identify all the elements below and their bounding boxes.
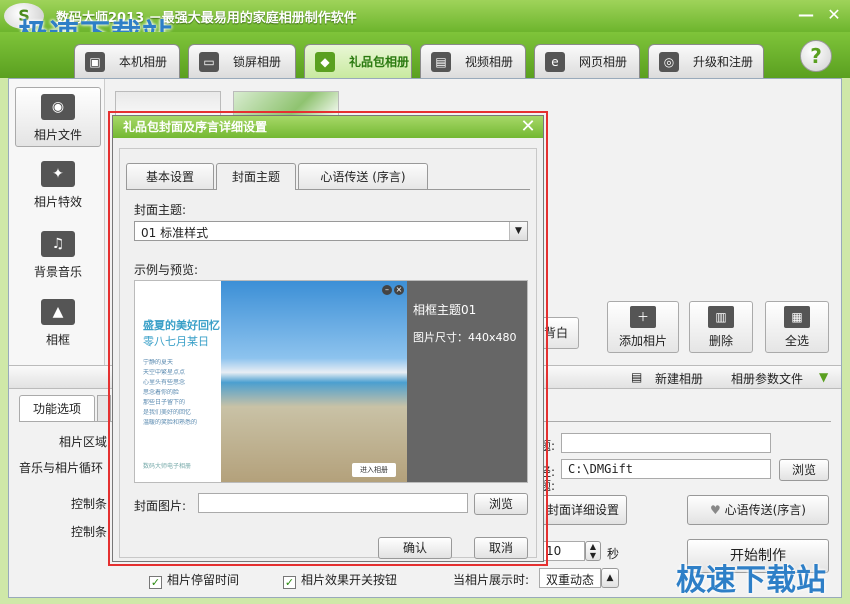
theme-label: 封面主题: (134, 203, 187, 217)
theme-preview: 盛夏的美好回忆 零八七月某日 宁静的夏天 天空中繁星点点 心里头有些思念 思念着… (134, 280, 528, 483)
photo-area-label: 相片区域 (59, 435, 108, 449)
cover-image-label: 封面图片: (134, 499, 187, 513)
minimize-button[interactable]: — (796, 5, 816, 25)
stay-time-checkbox[interactable]: ✓ 相片停留时间 (149, 571, 239, 589)
add-photo-button[interactable]: ＋ 添加相片 (607, 301, 679, 353)
sidebar-item-photo-files[interactable]: ◉ 相片文件 (15, 87, 101, 147)
cover-image-input[interactable] (198, 493, 468, 513)
title-input[interactable] (561, 433, 771, 453)
close-button[interactable]: ✕ (824, 5, 844, 25)
preview-subheading: 零八七月某日 (143, 335, 209, 348)
triangle-down-icon[interactable]: ▼ (819, 370, 828, 384)
effects-icon: ✦ (41, 161, 75, 187)
photo-icon: ▣ (85, 51, 105, 72)
select-all-button[interactable]: ▦ 全选 (765, 301, 829, 353)
chevron-down-icon: ▼ (509, 222, 527, 240)
watermark-bottom: 极速下载站 (676, 563, 826, 598)
tab-basic-settings[interactable]: 基本设置 (126, 163, 214, 189)
tab-message[interactable]: 心语传送 (序言) (298, 163, 428, 189)
display-mode-field[interactable]: 双重动态 (539, 568, 601, 588)
tab-local-album[interactable]: ▣ 本机相册 (74, 44, 180, 78)
preview-footer: 数码大师电子相册 (143, 463, 192, 470)
tab-gift-album[interactable]: ◆ 礼品包相册 (304, 44, 412, 78)
sidebar-item-background-music[interactable]: ♫ 背景音乐 (15, 225, 101, 285)
spin-up-button[interactable]: ▲ (601, 568, 619, 588)
top-tab-bar: ▣ 本机相册 ▭ 锁屏相册 ◆ 礼品包相册 ▤ 视频相册 e 网页相册 ◎ 升级和注册 ? (0, 32, 850, 78)
control-bar-label: 控制条 (71, 497, 108, 511)
monitor-icon: ▭ (199, 51, 219, 72)
tab-web-album[interactable]: e 网页相册 (534, 44, 640, 78)
preview-beach-image (221, 281, 407, 482)
message-button[interactable]: ♥ 心语传送(序言) (687, 495, 829, 525)
sidebar-item-photo-effects[interactable]: ✦ 相片特效 (15, 155, 101, 215)
film-icon: ▤ (431, 51, 451, 72)
tab-function-options[interactable]: 功能选项 (19, 395, 95, 421)
preview-lines: 宁静的夏天 天空中繁星点点 心里头有些思念 思念着你的脸 那些日子留下的 是我们… (143, 359, 198, 426)
new-album-icon: ▤ (631, 370, 643, 384)
seconds-unit: 秒 (607, 547, 620, 561)
cover-settings-dialog: 礼品包封面及序言详细设置 ✕ 基本设置 封面主题 心语传送 (序言) 封面主题:… (112, 115, 544, 562)
ie-icon: e (545, 51, 565, 72)
output-path-field[interactable]: C:\DMGift (561, 459, 771, 479)
tab-upgrade-register[interactable]: ◎ 升级和注册 (648, 44, 764, 78)
preview-minimize-icon: – (382, 285, 392, 295)
tab-divider (126, 189, 530, 190)
music-icon: ♫ (41, 231, 75, 257)
control-bar-label-2: 控制条 (71, 525, 108, 539)
preview-info-panel: 相框主题01 图片尺寸：440x480 (407, 281, 527, 482)
check-icon: ✓ (283, 576, 296, 589)
preview-heading: 盛夏的美好回忆 (143, 319, 220, 332)
new-album-button[interactable]: 新建相册 (655, 370, 703, 387)
music-loop-label: 音乐与相片循环 (19, 461, 104, 475)
dialog-title: 礼品包封面及序言详细设置 (113, 116, 543, 138)
ok-button[interactable]: 确认 (378, 537, 452, 559)
seconds-stepper[interactable]: ▲ ▼ (585, 541, 601, 561)
help-button[interactable]: ? (800, 40, 832, 72)
dialog-body: 基本设置 封面主题 心语传送 (序言) 封面主题: 01 标准样式 ▼ 示例与预… (119, 148, 537, 559)
tab-cover-theme[interactable]: 封面主题 (216, 163, 296, 190)
frame-icon: ▲ (41, 299, 75, 325)
heart-icon: ♥ (710, 503, 725, 517)
add-photo-icon: ＋ (630, 306, 656, 328)
cover-browse-button[interactable]: 浏览 (474, 493, 528, 515)
cover-detail-button[interactable]: 封面详细设置 (539, 495, 627, 525)
globe-icon: ◎ (659, 51, 679, 72)
browse-output-button[interactable]: 浏览 (779, 459, 829, 481)
effect-switch-checkbox[interactable]: ✓ 相片效果开关按钮 (283, 571, 397, 589)
preview-info-title: 相框主题01 (413, 303, 477, 317)
dialog-close-icon[interactable]: ✕ (519, 117, 537, 137)
trash-icon: ▥ (708, 306, 734, 328)
camera-icon: ◉ (41, 94, 75, 120)
preview-info-size: 图片尺寸：440x480 (413, 331, 517, 344)
tab-lockscreen-album[interactable]: ▭ 锁屏相册 (188, 44, 296, 78)
preview-enter-button: 进入相册 (352, 463, 396, 477)
check-icon: ✓ (149, 576, 162, 589)
grid-icon: ▦ (784, 306, 810, 328)
display-mode-label: 当相片展示时: (453, 573, 530, 587)
cancel-button[interactable]: 取消 (474, 537, 528, 559)
gift-icon: ◆ (315, 51, 335, 72)
tab-video-album[interactable]: ▤ 视频相册 (420, 44, 526, 78)
delete-button[interactable]: ▥ 删除 (689, 301, 753, 353)
sidebar-item-frame[interactable]: ▲ 相框 (15, 293, 101, 353)
sidebar: ◉ 相片文件 ✦ 相片特效 ♫ 背景音乐 ▲ 相框 (9, 79, 105, 369)
preview-label: 示例与预览: (134, 263, 199, 277)
theme-select[interactable]: 01 标准样式 ▼ (134, 221, 528, 241)
album-params-button[interactable]: 相册参数文件 (731, 370, 803, 387)
preview-close-icon: × (394, 285, 404, 295)
preview-text-panel: 盛夏的美好回忆 零八七月某日 宁静的夏天 天空中繁星点点 心里头有些思念 思念着… (135, 281, 221, 482)
